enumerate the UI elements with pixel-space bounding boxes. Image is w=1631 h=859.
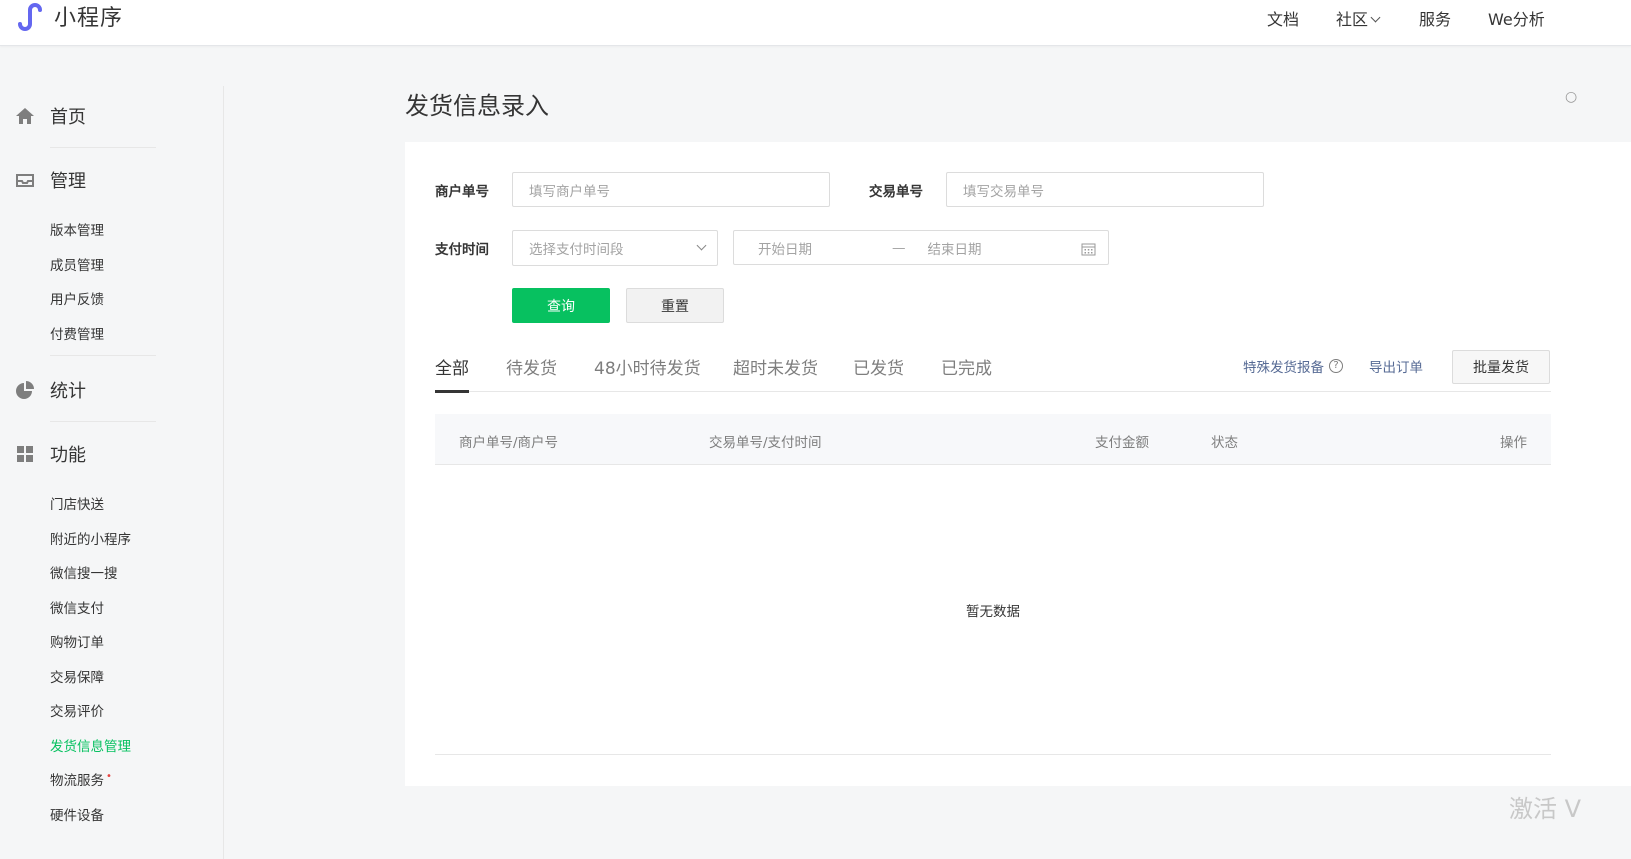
new-badge-dot: •	[106, 771, 112, 782]
query-button[interactable]: 查询	[512, 288, 610, 323]
sidebar-manage-label: 管理	[50, 171, 86, 192]
sidebar-home[interactable]: 首页	[0, 101, 224, 131]
sidebar-features[interactable]: 功能	[0, 439, 224, 469]
chevron-down-icon	[696, 240, 707, 251]
nav-we-analytics[interactable]: We分析	[1488, 6, 1545, 30]
app-title: 小程序	[54, 6, 124, 31]
empty-text: 暂无数据	[966, 604, 1020, 620]
pay-time-select[interactable]: 选择支付时间段	[512, 230, 718, 266]
tabs-divider	[435, 391, 1551, 392]
clipped-edge-icon: ○	[1565, 89, 1578, 105]
col-actions: 操作	[1500, 435, 1527, 451]
sidebar-item-shopping-orders[interactable]: 购物订单	[50, 631, 104, 651]
chevron-down-icon	[1370, 12, 1381, 23]
batch-ship-button[interactable]: 批量发货	[1452, 350, 1550, 384]
pie-chart-icon	[16, 381, 34, 399]
page-title: 发货信息录入	[405, 92, 549, 120]
special-report-link[interactable]: 特殊发货报备?	[1243, 356, 1343, 376]
trade-no-label: 交易单号	[869, 184, 923, 200]
tab-completed[interactable]: 已完成	[941, 354, 992, 379]
export-orders-link[interactable]: 导出订单	[1369, 356, 1423, 376]
tab-overdue[interactable]: 超时未发货	[733, 354, 818, 379]
col-merchant: 商户单号/商户号	[459, 435, 559, 451]
trade-no-input[interactable]: 填写交易单号	[946, 172, 1264, 207]
tab-pending[interactable]: 待发货	[506, 354, 557, 379]
sidebar-item-logistics-label: 物流服务	[50, 773, 104, 789]
sidebar-manage[interactable]: 管理	[0, 165, 224, 195]
merchant-no-input[interactable]: 填写商户单号	[512, 172, 830, 207]
grid-icon	[17, 446, 33, 462]
sidebar-item-version[interactable]: 版本管理	[50, 219, 104, 239]
merchant-no-placeholder: 填写商户单号	[529, 183, 610, 200]
col-amount: 支付金额	[1095, 435, 1149, 451]
nav-community-label: 社区	[1336, 10, 1369, 29]
tab-48h-pending[interactable]: 48小时待发货	[594, 354, 701, 379]
divider	[50, 355, 156, 356]
nav-community[interactable]: 社区	[1336, 6, 1381, 30]
sidebar-item-hardware[interactable]: 硬件设备	[50, 804, 104, 824]
sidebar-item-shipping-info[interactable]: 发货信息管理	[50, 735, 131, 755]
divider	[50, 147, 156, 148]
sidebar-item-nearby[interactable]: 附近的小程序	[50, 528, 131, 548]
pay-time-label: 支付时间	[435, 242, 489, 258]
nav-services[interactable]: 服务	[1419, 6, 1451, 30]
start-date-placeholder[interactable]: 开始日期	[758, 238, 812, 258]
col-trade: 交易单号/支付时间	[709, 435, 822, 451]
trade-no-placeholder: 填写交易单号	[963, 183, 1044, 200]
sidebar-item-store-delivery[interactable]: 门店快送	[50, 493, 104, 513]
home-icon	[16, 108, 34, 124]
sidebar-item-members[interactable]: 成员管理	[50, 254, 104, 274]
sidebar-item-trade-guarantee[interactable]: 交易保障	[50, 666, 104, 686]
table-empty-state: 暂无数据	[435, 465, 1551, 755]
sidebar-item-logistics[interactable]: 物流服务 •	[50, 769, 112, 789]
help-icon[interactable]: ?	[1329, 359, 1343, 373]
date-range-picker[interactable]: 开始日期 — 结束日期	[733, 230, 1109, 265]
mini-program-logo-icon	[18, 3, 42, 31]
nav-docs[interactable]: 文档	[1267, 6, 1299, 30]
calendar-icon	[1081, 243, 1096, 256]
logo[interactable]: 小程序	[14, 0, 123, 32]
main-card: 商户单号 填写商户单号 交易单号 填写交易单号 支付时间 选择支付时间段 开始日…	[405, 142, 1631, 786]
sidebar-item-wechat-pay[interactable]: 微信支付	[50, 597, 104, 617]
tab-shipped[interactable]: 已发货	[853, 354, 904, 379]
pay-time-select-placeholder: 选择支付时间段	[529, 242, 624, 258]
inbox-icon	[16, 174, 34, 187]
merchant-no-label: 商户单号	[435, 184, 489, 200]
tab-all[interactable]: 全部	[435, 354, 469, 379]
sidebar-item-wechat-search[interactable]: 微信搜一搜	[50, 562, 118, 582]
sidebar-item-feedback[interactable]: 用户反馈	[50, 288, 104, 308]
table-header: 商户单号/商户号 交易单号/支付时间 支付金额 状态 操作	[435, 414, 1551, 465]
sidebar-home-label: 首页	[50, 107, 86, 128]
active-tab-indicator	[435, 390, 469, 393]
activation-watermark: 激活 V	[1509, 795, 1582, 823]
divider	[50, 421, 156, 422]
date-separator: —	[892, 239, 906, 256]
sidebar-stats-label: 统计	[50, 381, 86, 402]
col-status: 状态	[1211, 435, 1238, 451]
sidebar-stats[interactable]: 统计	[0, 375, 224, 405]
sidebar-item-trade-review[interactable]: 交易评价	[50, 700, 104, 720]
sidebar-features-label: 功能	[50, 445, 86, 466]
end-date-placeholder[interactable]: 结束日期	[928, 238, 982, 258]
special-report-label: 特殊发货报备	[1243, 360, 1324, 376]
sidebar-item-billing[interactable]: 付费管理	[50, 323, 104, 343]
sidebar: 首页 管理 版本管理 成员管理 用户反馈 付费管理 统计 功能 门店快送 附近的…	[0, 86, 224, 859]
top-bar: 小程序 文档 社区 服务 We分析	[0, 0, 1631, 46]
reset-button[interactable]: 重置	[626, 288, 724, 323]
